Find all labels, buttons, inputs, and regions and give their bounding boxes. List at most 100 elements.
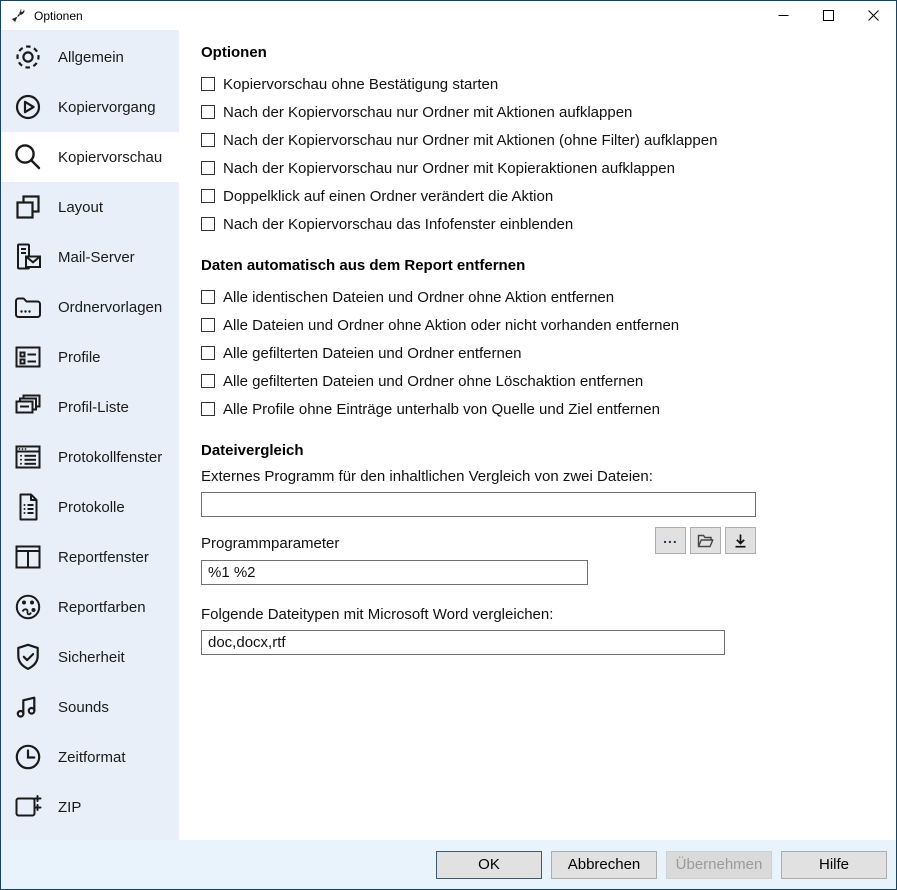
profile-stack-icon xyxy=(10,389,46,425)
sidebar-item-label: Zeitformat xyxy=(58,749,126,766)
gear-icon xyxy=(10,39,46,75)
section-title-report: Daten automatisch aus dem Report entfern… xyxy=(201,257,876,274)
maximize-button[interactable] xyxy=(806,1,851,30)
window-controls xyxy=(761,1,896,30)
path-tool-buttons: ... xyxy=(655,527,756,554)
checkbox-row[interactable]: Alle Profile ohne Einträge unterhalb von… xyxy=(201,395,876,423)
magnifier-icon xyxy=(10,139,46,175)
param-row: Programmparameter ... xyxy=(201,527,756,554)
program-parameter-label: Programmparameter xyxy=(201,535,339,552)
checkbox[interactable] xyxy=(201,290,215,304)
sidebar-item-zip[interactable]: ZIP xyxy=(1,782,179,832)
help-button[interactable]: Hilfe xyxy=(781,851,887,879)
checkbox-label: Nach der Kopiervorschau das Infofenster … xyxy=(223,216,573,233)
checkbox-row[interactable]: Nach der Kopiervorschau nur Ordner mit A… xyxy=(201,126,876,154)
options-window: Optionen Allgemein xyxy=(0,0,897,890)
sidebar-item-label: ZIP xyxy=(58,799,81,816)
checkbox-row[interactable]: Kopiervorschau ohne Bestätigung starten xyxy=(201,70,876,98)
checkbox-label: Alle Profile ohne Einträge unterhalb von… xyxy=(223,401,660,418)
report-window-icon xyxy=(10,539,46,575)
sidebar-item-sicherheit[interactable]: Sicherheit xyxy=(1,632,179,682)
checkbox-row[interactable]: Alle identischen Dateien und Ordner ohne… xyxy=(201,283,876,311)
checkbox-row[interactable]: Alle gefilterten Dateien und Ordner ohne… xyxy=(201,367,876,395)
insert-default-button[interactable] xyxy=(725,527,756,554)
sidebar-item-kopiervorschau[interactable]: Kopiervorschau xyxy=(1,132,179,182)
checkbox[interactable] xyxy=(201,346,215,360)
checkbox[interactable] xyxy=(201,161,215,175)
open-folder-button[interactable] xyxy=(690,527,721,554)
word-filetypes-label: Folgende Dateitypen mit Microsoft Word v… xyxy=(201,606,876,623)
sidebar-item-reportfarben[interactable]: Reportfarben xyxy=(1,582,179,632)
arrow-down-bar-icon xyxy=(733,533,748,549)
external-program-label: Externes Programm für den inhaltlichen V… xyxy=(201,468,876,485)
sidebar-item-protokollfenster[interactable]: Protokollfenster xyxy=(1,432,179,482)
program-parameter-input[interactable] xyxy=(201,560,588,585)
sidebar-item-reportfenster[interactable]: Reportfenster xyxy=(1,532,179,582)
checkbox[interactable] xyxy=(201,77,215,91)
sidebar-item-mail-server[interactable]: Mail-Server xyxy=(1,232,179,282)
checkbox[interactable] xyxy=(201,105,215,119)
sidebar-item-label: Protokolle xyxy=(58,499,125,516)
layout-squares-icon xyxy=(10,189,46,225)
sidebar-item-label: Reportfarben xyxy=(58,599,146,616)
checkbox-row[interactable]: Alle Dateien und Ordner ohne Aktion oder… xyxy=(201,311,876,339)
sidebar-item-label: Mail-Server xyxy=(58,249,135,266)
sidebar-item-allgemein[interactable]: Allgemein xyxy=(1,32,179,82)
external-program-input[interactable] xyxy=(201,492,756,517)
shield-check-icon xyxy=(10,639,46,675)
sidebar-item-protokolle[interactable]: Protokolle xyxy=(1,482,179,532)
browse-button[interactable]: ... xyxy=(655,527,686,554)
close-button[interactable] xyxy=(851,1,896,30)
checkbox[interactable] xyxy=(201,189,215,203)
checkbox-row[interactable]: Nach der Kopiervorschau nur Ordner mit A… xyxy=(201,98,876,126)
checkbox-label: Nach der Kopiervorschau nur Ordner mit A… xyxy=(223,104,632,121)
sidebar-item-label: Kopiervorgang xyxy=(58,99,156,116)
minimize-button[interactable] xyxy=(761,1,806,30)
sidebar: Allgemein Kopiervorgang Kopiervorschau L… xyxy=(1,30,179,840)
sidebar-item-label: Layout xyxy=(58,199,103,216)
sidebar-item-label: Allgemein xyxy=(58,49,124,66)
sidebar-item-profil-liste[interactable]: Profil-Liste xyxy=(1,382,179,432)
section-title-optionen: Optionen xyxy=(201,44,876,61)
dialog-footer: OK Abbrechen Übernehmen Hilfe xyxy=(1,840,896,889)
folder-template-icon xyxy=(10,289,46,325)
cancel-button[interactable]: Abbrechen xyxy=(551,851,657,879)
checkbox[interactable] xyxy=(201,318,215,332)
sidebar-item-kopiervorgang[interactable]: Kopiervorgang xyxy=(1,82,179,132)
checkbox-row[interactable]: Alle gefilterten Dateien und Ordner entf… xyxy=(201,339,876,367)
sidebar-item-label: Kopiervorschau xyxy=(58,149,162,166)
sidebar-item-zeitformat[interactable]: Zeitformat xyxy=(1,732,179,782)
sidebar-item-label: Protokollfenster xyxy=(58,449,162,466)
checkbox-label: Nach der Kopiervorschau nur Ordner mit K… xyxy=(223,160,675,177)
profile-card-icon xyxy=(10,339,46,375)
checkbox-row[interactable]: Nach der Kopiervorschau nur Ordner mit K… xyxy=(201,154,876,182)
checkbox[interactable] xyxy=(201,133,215,147)
sidebar-item-label: Sounds xyxy=(58,699,109,716)
checkbox[interactable] xyxy=(201,217,215,231)
checkbox-label: Alle gefilterten Dateien und Ordner entf… xyxy=(223,345,522,362)
checkbox-label: Nach der Kopiervorschau nur Ordner mit A… xyxy=(223,132,717,149)
checkbox[interactable] xyxy=(201,402,215,416)
sidebar-item-ordnervorlagen[interactable]: Ordnervorlagen xyxy=(1,282,179,332)
checkbox[interactable] xyxy=(201,374,215,388)
sidebar-item-label: Profile xyxy=(58,349,101,366)
apply-button[interactable]: Übernehmen xyxy=(666,851,772,879)
sidebar-item-sounds[interactable]: Sounds xyxy=(1,682,179,732)
window-body: Allgemein Kopiervorgang Kopiervorschau L… xyxy=(1,30,896,840)
ok-button[interactable]: OK xyxy=(436,851,542,879)
music-note-icon xyxy=(10,689,46,725)
zip-folder-icon xyxy=(10,789,46,825)
wrench-icon xyxy=(10,8,26,24)
checkbox-row[interactable]: Doppelklick auf einen Ordner verändert d… xyxy=(201,182,876,210)
sidebar-item-layout[interactable]: Layout xyxy=(1,182,179,232)
checkbox-row[interactable]: Nach der Kopiervorschau das Infofenster … xyxy=(201,210,876,238)
settings-panel: Optionen Kopiervorschau ohne Bestätigung… xyxy=(179,30,896,840)
section-title-dateivergleich: Dateivergleich xyxy=(201,442,876,459)
mail-server-icon xyxy=(10,239,46,275)
ellipsis-icon: ... xyxy=(663,533,678,543)
checkbox-label: Doppelklick auf einen Ordner verändert d… xyxy=(223,188,553,205)
word-filetypes-input[interactable] xyxy=(201,630,725,655)
log-window-icon xyxy=(10,439,46,475)
sidebar-item-profile[interactable]: Profile xyxy=(1,332,179,382)
title-bar: Optionen xyxy=(1,1,896,30)
